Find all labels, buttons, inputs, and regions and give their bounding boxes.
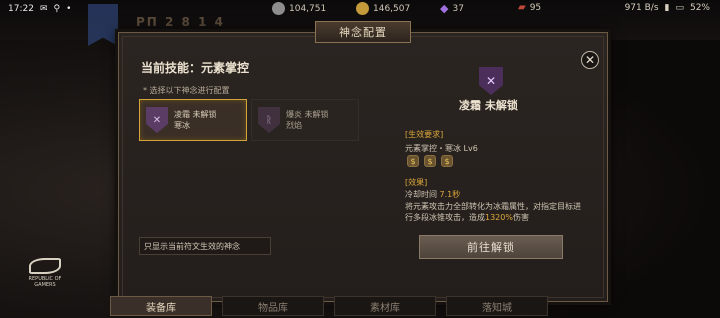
- rune-card-flame[interactable]: ᚱ 爆炎 未解锁 烈焰: [251, 99, 359, 141]
- ticket-icon: ▰: [518, 2, 526, 13]
- clock: 17:22: [8, 4, 34, 14]
- requirement-tokens: $ $ $: [407, 155, 453, 167]
- card-element: 寒冰: [174, 121, 190, 130]
- skill-config-dialog: 神念配置 ✕ 当前技能：元素掌控 * 选择以下神念进行配置 ✕ 凌霜 未解锁 寒…: [118, 21, 608, 302]
- rune-token-icon: $: [424, 155, 436, 167]
- tab-materials[interactable]: 素材库: [334, 296, 436, 316]
- rune-card-frost[interactable]: ✕ 凌霜 未解锁 寒冰: [139, 99, 247, 141]
- rog-logo: REPUBLIC OF GAMERS: [26, 258, 64, 288]
- damage-percent: 1320%: [485, 213, 513, 222]
- dialog-title: 神念配置: [315, 21, 411, 43]
- card-title: 凌霜 未解锁: [174, 110, 217, 119]
- bottom-nav: 装备库 物品库 素材库 落知城: [110, 296, 548, 316]
- currency-ticket: ▰ 95: [518, 2, 541, 13]
- card-element: 烈焰: [286, 121, 302, 130]
- tab-items[interactable]: 物品库: [222, 296, 324, 316]
- tab-equipment[interactable]: 装备库: [110, 296, 212, 316]
- effect-description: 将元素攻击力全部转化为冰霜属性，对指定目标进行多段冰锥攻击，造成1320%伤害: [405, 202, 581, 222]
- gold-value: 146,507: [373, 3, 411, 14]
- gold-coin-icon: [356, 2, 369, 15]
- wifi-calling-icon: ⚲: [53, 4, 61, 14]
- gem-icon: ◆: [440, 2, 449, 15]
- rune-token-icon: $: [441, 155, 453, 167]
- battery-percent: 52%: [689, 3, 710, 13]
- battery-icon: ▭: [675, 3, 684, 13]
- net-speed: 971 B/s: [624, 3, 659, 13]
- notification-icon: ✉: [39, 4, 48, 14]
- rog-eye-icon: [29, 258, 61, 274]
- cooldown-label: 冷却时间: [405, 190, 437, 199]
- currency-gold: 146,507: [356, 2, 410, 15]
- effect-label: [效果]: [405, 178, 428, 187]
- rune-token-icon: $: [407, 155, 419, 167]
- status-right: 971 B/s ▮ ▭ 52%: [625, 3, 710, 13]
- requirement-label: [生效要求]: [405, 130, 444, 139]
- currency-gem: ◆ 37: [440, 2, 464, 15]
- gem-value: 37: [452, 3, 464, 14]
- frost-rune-icon: ✕: [146, 107, 168, 133]
- dot-icon: •: [66, 4, 72, 14]
- signal-icon: ▮: [664, 3, 670, 13]
- ticket-value: 95: [529, 2, 542, 13]
- silver-value: 104,751: [289, 3, 327, 14]
- cooldown-row: 冷却时间 7.1秒: [405, 189, 460, 200]
- card-title: 爆炎 未解锁: [286, 110, 329, 119]
- frost-rune-large-icon: ✕: [479, 67, 503, 95]
- tab-city[interactable]: 落知城: [446, 296, 548, 316]
- detail-title: 凌霜 未解锁: [459, 99, 518, 112]
- currency-silver: 104,751: [272, 2, 326, 15]
- close-button[interactable]: ✕: [581, 51, 599, 69]
- filter-toggle[interactable]: 只显示当前符文生效的神念: [139, 237, 271, 255]
- go-unlock-button[interactable]: 前往解锁: [419, 235, 563, 259]
- current-skill-label: 当前技能：元素掌控: [141, 61, 250, 75]
- config-hint: * 选择以下神念进行配置: [143, 86, 230, 95]
- silver-coin-icon: [272, 2, 285, 15]
- requirement-text: 元素掌控・寒冰 Lv6: [405, 144, 478, 153]
- flame-rune-icon: ᚱ: [258, 107, 280, 133]
- cooldown-value: 7.1秒: [439, 190, 461, 199]
